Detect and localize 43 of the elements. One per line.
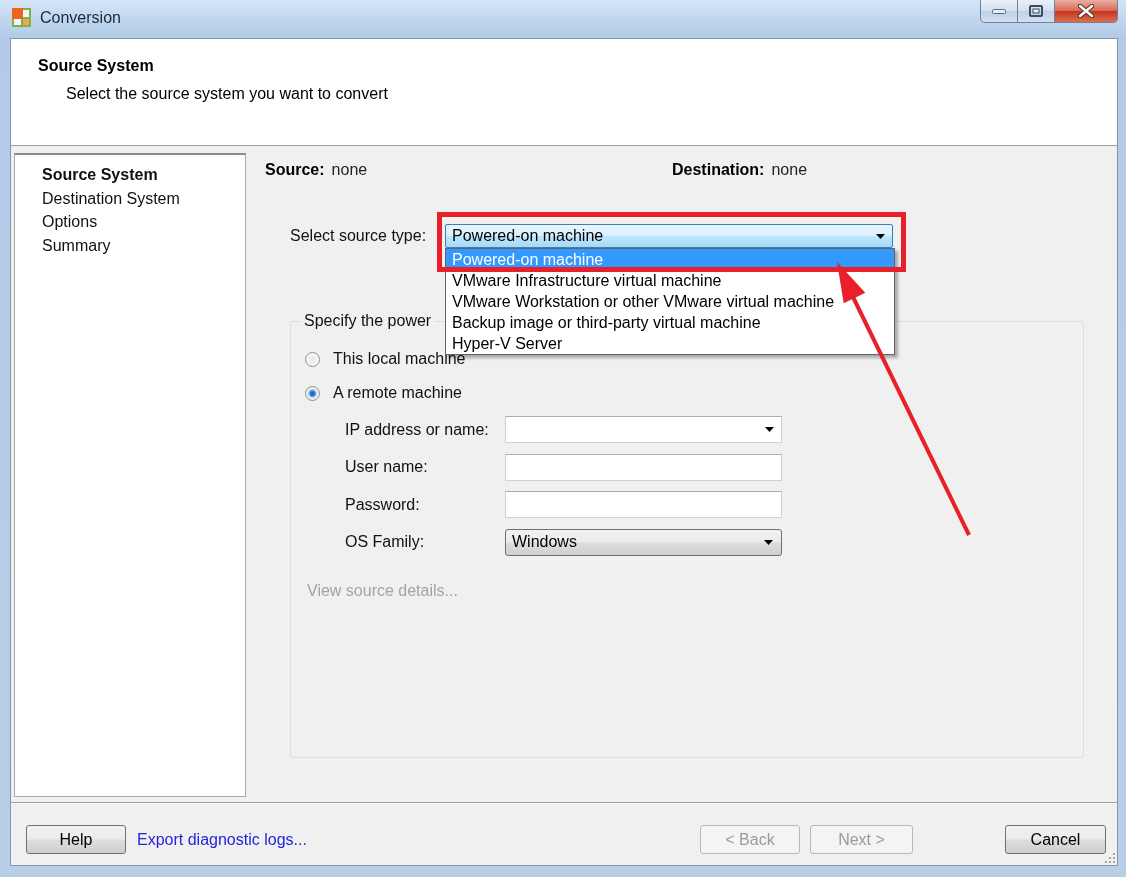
field-label: Select source type: [290,226,427,246]
field-label: OS Family: [345,532,425,552]
combo-box[interactable] [505,416,782,443]
resize-grip-icon[interactable] [1105,853,1115,863]
maximize-icon [1029,5,1043,17]
export-logs-link[interactable]: Export diagnostic logs... [137,825,307,854]
caret-icon [876,233,885,239]
radio-button[interactable] [305,351,320,367]
page-subtitle: Select the source system you want to convert [66,84,388,104]
step-item[interactable]: Options [42,210,98,234]
dropdown-option[interactable]: VMware Workstation or other VMware virtual machine [446,291,894,312]
radio-label[interactable]: A remote machine [333,383,462,403]
caret-icon [765,427,774,432]
dropdown-option[interactable]: Backup image or third-party virtual machine [446,312,894,333]
input-field[interactable] [505,453,782,481]
source-type-dropdown[interactable]: Powered-on machine [445,224,893,248]
help-button[interactable]: Help [26,825,126,854]
field-label: Password: [345,494,420,515]
minimize-icon [992,8,1006,14]
close-icon [1078,4,1094,18]
field-label: IP address or name: [345,419,489,440]
dropdown-option[interactable]: VMware Infrastructure virtual machine [446,270,894,291]
maximize-button[interactable] [1018,0,1055,23]
page-title: Source System [38,56,154,76]
step-item[interactable]: Source System [42,163,158,187]
window-title: Conversion [40,8,121,28]
step-item[interactable]: Summary [42,234,111,258]
close-button[interactable] [1055,0,1118,23]
group-title: Specify the power [303,311,433,331]
tiles-icon [12,8,31,27]
summary-label: Destination: [672,160,765,180]
step-item[interactable]: Destination System [42,186,180,211]
input-field[interactable] [505,491,782,518]
field-label: User name: [345,457,428,477]
dropdown-option[interactable]: Hyper-V Server [446,333,894,354]
summary-value: none [771,160,808,180]
summary-label: Source: [265,160,325,180]
summary-value: none [331,160,368,180]
dropdown[interactable]: Windows [505,528,782,556]
cancel-button[interactable]: Cancel [1005,825,1106,854]
minimize-button[interactable] [980,0,1018,23]
caret-icon [764,539,773,545]
radio-button[interactable] [305,385,320,401]
